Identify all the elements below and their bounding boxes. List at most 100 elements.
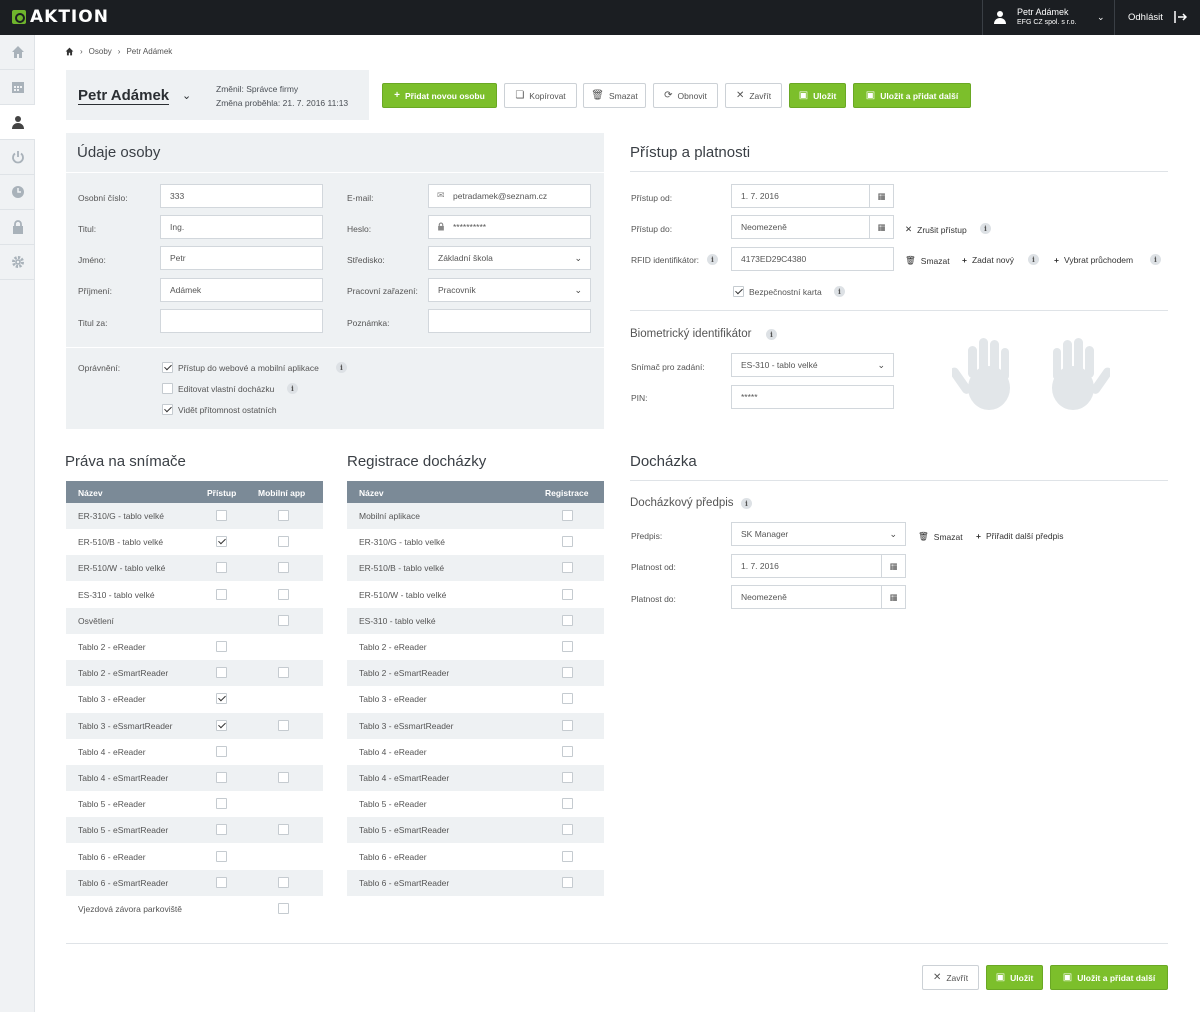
reg-checkbox[interactable]: [562, 745, 573, 757]
info-icon[interactable]: i: [741, 498, 752, 509]
sidebar-item-clock[interactable]: [0, 175, 35, 210]
access-from-input[interactable]: 1. 7. 2016 ▦: [731, 184, 894, 208]
reg-checkbox[interactable]: [562, 562, 573, 574]
logout-icon[interactable]: [1173, 10, 1187, 24]
column-name[interactable]: Název: [359, 488, 384, 498]
breadcrumb-item-osoby[interactable]: Osoby: [89, 47, 112, 56]
security-card-checkbox[interactable]: [733, 286, 744, 297]
reg-checkbox[interactable]: [562, 772, 573, 783]
title-input[interactable]: Ing.: [160, 215, 323, 239]
calendar-icon[interactable]: ▦: [881, 555, 905, 577]
rfid-new-button[interactable]: + Zadat nový: [962, 255, 1014, 265]
password-input[interactable]: **********: [428, 215, 591, 239]
info-icon[interactable]: i: [834, 286, 845, 297]
first-name-input[interactable]: Petr: [160, 246, 323, 270]
mobile-checkbox[interactable]: [278, 876, 289, 888]
title-after-input[interactable]: [160, 309, 323, 333]
access-checkbox[interactable]: [216, 562, 227, 574]
access-checkbox[interactable]: [216, 667, 227, 679]
sidebar-item-settings[interactable]: [0, 245, 35, 280]
rfid-input[interactable]: 4173ED29C4380: [731, 247, 894, 271]
rule-add-button[interactable]: + Přiřadit další předpis: [976, 531, 1063, 541]
access-checkbox[interactable]: [216, 510, 227, 521]
reg-checkbox[interactable]: [562, 693, 573, 705]
info-icon[interactable]: i: [1150, 254, 1161, 265]
info-icon[interactable]: i: [287, 383, 298, 394]
rfid-delete-button[interactable]: 🗑 Smazat: [905, 255, 950, 266]
reg-checkbox[interactable]: [562, 588, 573, 600]
reg-checkbox[interactable]: [562, 536, 573, 548]
person-name-dropdown[interactable]: Petr Adámek: [78, 87, 170, 105]
access-checkbox[interactable]: [216, 876, 227, 888]
left-hand-icon[interactable]: [952, 336, 1030, 412]
mobile-checkbox[interactable]: [278, 588, 289, 600]
valid-from-input[interactable]: 1. 7. 2016 ▦: [731, 554, 906, 578]
reg-checkbox[interactable]: [562, 798, 573, 810]
reg-checkbox[interactable]: [562, 510, 573, 521]
info-icon[interactable]: i: [980, 223, 991, 234]
copy-button[interactable]: ❏ Kopírovat: [504, 83, 577, 108]
logout-link[interactable]: Odhlásit: [1128, 12, 1163, 23]
sidebar-item-calendar[interactable]: [0, 70, 35, 105]
access-checkbox[interactable]: [216, 798, 227, 810]
mobile-checkbox[interactable]: [278, 536, 289, 548]
valid-to-input[interactable]: Neomezeně ▦: [731, 585, 906, 609]
reg-checkbox[interactable]: [562, 850, 573, 862]
column-name[interactable]: Název: [78, 488, 103, 498]
delete-button[interactable]: 🗑 Smazat: [583, 83, 646, 108]
chevron-down-icon[interactable]: ⌄: [182, 89, 191, 102]
calendar-icon[interactable]: ▦: [881, 586, 905, 608]
mobile-checkbox[interactable]: [278, 614, 289, 626]
cancel-access-button[interactable]: ✕ Zrušit přístup: [905, 224, 967, 235]
save-and-add-button[interactable]: ▣ Uložit a přidat další: [853, 83, 971, 108]
reg-checkbox[interactable]: [562, 614, 573, 626]
mobile-checkbox[interactable]: [278, 903, 289, 914]
rule-delete-button[interactable]: 🗑 Smazat: [918, 531, 963, 542]
column-access[interactable]: Přístup: [207, 488, 236, 498]
access-checkbox[interactable]: [216, 588, 227, 600]
rfid-pass-button[interactable]: + Vybrat průchodem: [1054, 255, 1133, 265]
sidebar-item-persons[interactable]: [0, 105, 35, 140]
access-checkbox[interactable]: [216, 641, 227, 652]
reg-checkbox[interactable]: [562, 824, 573, 836]
access-checkbox[interactable]: [216, 745, 227, 757]
sidebar-item-home[interactable]: [0, 35, 35, 70]
reader-select[interactable]: ES-310 - tablo velké ⌄: [731, 353, 894, 377]
access-to-input[interactable]: Neomezeně ▦: [731, 215, 894, 239]
footer-close-button[interactable]: ✕ Zavřít: [922, 965, 979, 990]
reg-checkbox[interactable]: [562, 719, 573, 731]
sidebar-item-lock[interactable]: [0, 210, 35, 245]
right-hand-icon[interactable]: [1032, 336, 1110, 412]
info-icon[interactable]: i: [766, 329, 777, 340]
access-checkbox[interactable]: [216, 536, 227, 548]
email-input[interactable]: ✉ petradamek@seznam.cz: [428, 184, 591, 208]
home-icon[interactable]: [65, 47, 74, 56]
info-icon[interactable]: i: [1028, 254, 1039, 265]
access-checkbox[interactable]: [216, 850, 227, 862]
mobile-checkbox[interactable]: [278, 667, 289, 679]
reg-checkbox[interactable]: [562, 641, 573, 652]
position-select[interactable]: Pracovník ⌄: [428, 278, 591, 302]
app-logo[interactable]: AKTION: [12, 7, 109, 27]
refresh-button[interactable]: ⟳ Obnovit: [653, 83, 718, 108]
mobile-checkbox[interactable]: [278, 562, 289, 574]
sidebar-item-power[interactable]: [0, 140, 35, 175]
access-checkbox[interactable]: [216, 824, 227, 836]
access-checkbox[interactable]: [216, 693, 227, 705]
mobile-checkbox[interactable]: [278, 772, 289, 783]
permission-checkbox[interactable]: [162, 383, 173, 394]
permission-checkbox[interactable]: [162, 404, 173, 415]
footer-save-and-add-button[interactable]: ▣ Uložit a přidat další: [1050, 965, 1168, 990]
reg-checkbox[interactable]: [562, 876, 573, 888]
last-name-input[interactable]: Adámek: [160, 278, 323, 302]
access-checkbox[interactable]: [216, 772, 227, 783]
mobile-checkbox[interactable]: [278, 719, 289, 731]
rule-select[interactable]: SK Manager ⌄: [731, 522, 906, 546]
personal-number-input[interactable]: 333: [160, 184, 323, 208]
info-icon[interactable]: i: [336, 362, 347, 373]
add-person-button[interactable]: + Přidat novou osobu: [382, 83, 497, 108]
center-select[interactable]: Základní škola ⌄: [428, 246, 591, 270]
mobile-checkbox[interactable]: [278, 510, 289, 521]
reg-checkbox[interactable]: [562, 667, 573, 679]
save-button[interactable]: ▣ Uložit: [789, 83, 846, 108]
